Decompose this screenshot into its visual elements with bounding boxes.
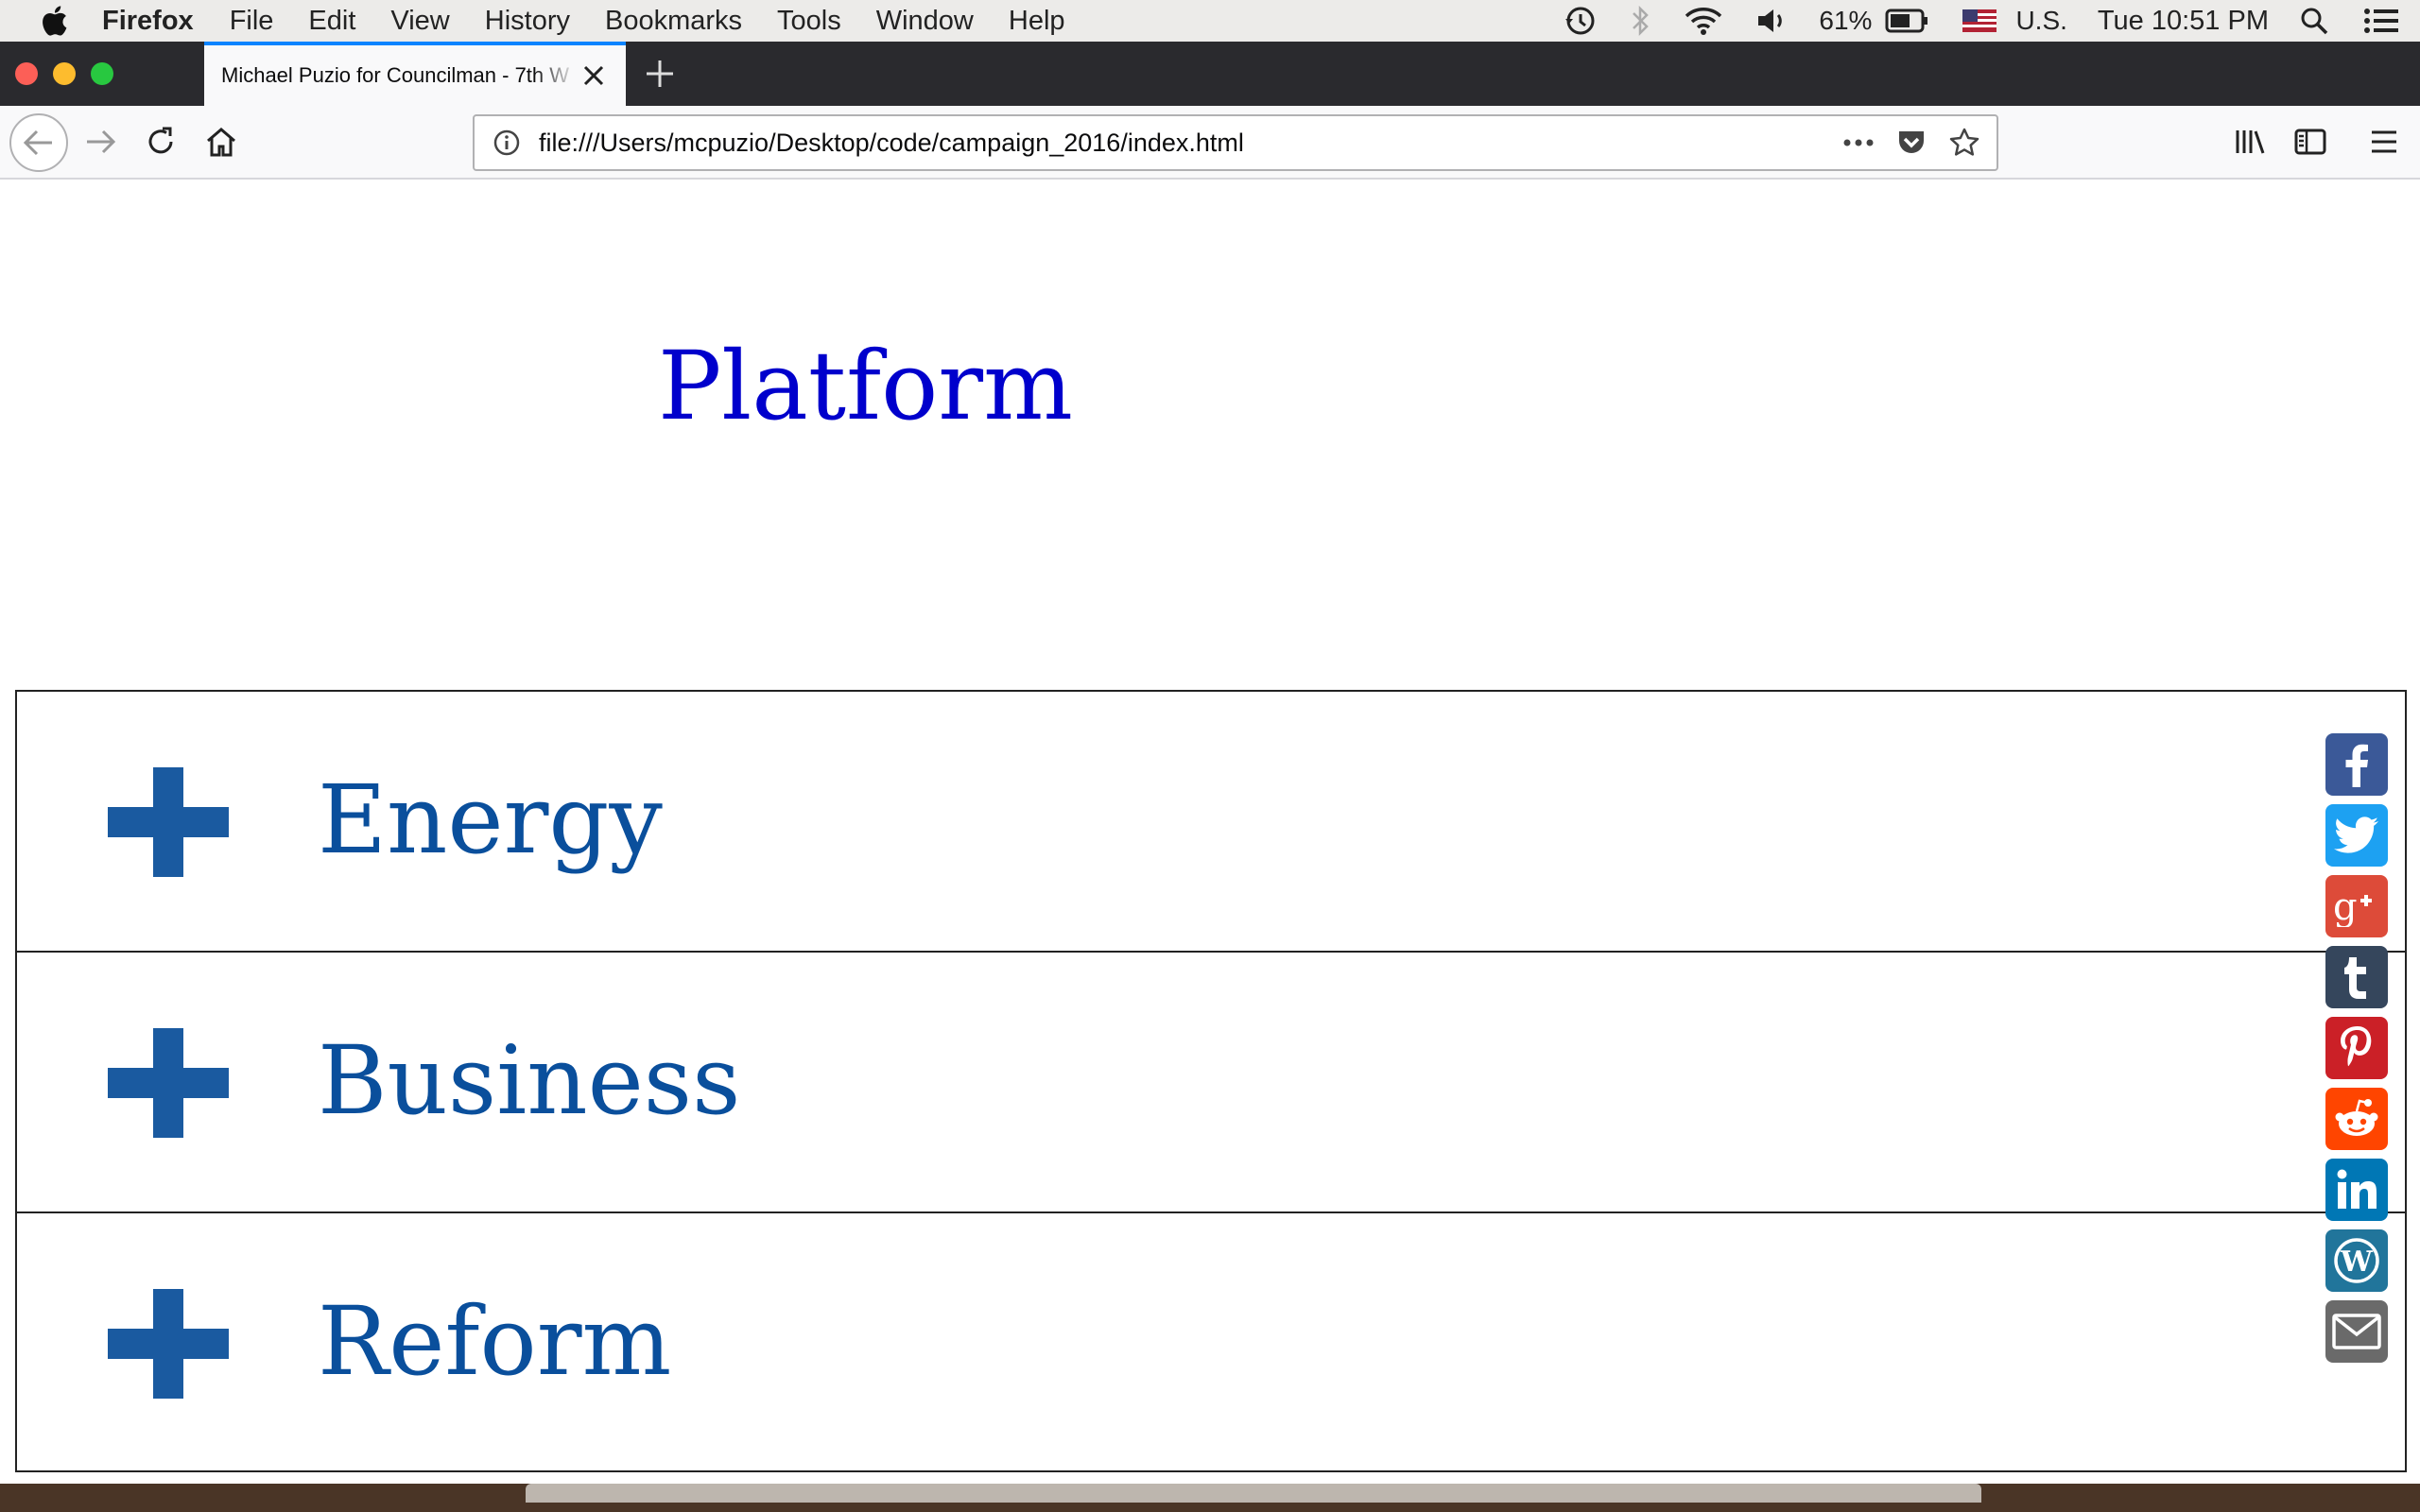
active-tab[interactable]: Michael Puzio for Councilman - 7th W <box>204 42 626 106</box>
clock[interactable]: Tue 10:51 PM <box>2098 6 2269 37</box>
apple-icon[interactable] <box>38 4 70 38</box>
notification-center-icon[interactable] <box>2363 7 2399 35</box>
page-content: Platform Energy Business Reform g W <box>0 180 2420 1484</box>
page-actions-icon[interactable] <box>1838 122 1879 163</box>
desktop-dock-edge <box>0 1484 2420 1512</box>
google-plus-share-icon[interactable]: g <box>2325 875 2388 937</box>
menu-app-name[interactable]: Firefox <box>102 6 194 37</box>
home-icon[interactable] <box>200 121 242 163</box>
menu-edit[interactable]: Edit <box>308 6 355 37</box>
pocket-icon[interactable] <box>1891 122 1932 163</box>
time-machine-icon[interactable] <box>1564 5 1596 37</box>
forward-button[interactable] <box>79 121 121 163</box>
twitter-share-icon[interactable] <box>2325 804 2388 867</box>
tumblr-share-icon[interactable] <box>2325 946 2388 1008</box>
dock <box>526 1484 1981 1503</box>
pinterest-share-icon[interactable] <box>2325 1017 2388 1079</box>
macos-menu-bar: Firefox File Edit View History Bookmarks… <box>0 0 2420 42</box>
svg-text:g: g <box>2333 885 2358 927</box>
menu-bookmarks[interactable]: Bookmarks <box>605 6 742 37</box>
menu-history[interactable]: History <box>485 6 570 37</box>
reload-icon[interactable] <box>140 121 182 163</box>
url-bar[interactable]: file:///Users/mcpuzio/Desktop/code/campa… <box>473 114 1998 171</box>
accordion-item-energy[interactable]: Energy <box>15 690 2407 951</box>
menu-tools[interactable]: Tools <box>777 6 841 37</box>
menu-help[interactable]: Help <box>1009 6 1065 37</box>
tab-title: Michael Puzio for Councilman - 7th W <box>221 63 570 87</box>
close-window-button[interactable] <box>15 62 38 85</box>
new-tab-icon[interactable] <box>643 57 677 91</box>
hamburger-menu-icon[interactable] <box>2363 121 2405 163</box>
menu-window[interactable]: Window <box>876 6 974 37</box>
expand-plus-icon[interactable] <box>108 1289 229 1399</box>
expand-plus-icon[interactable] <box>108 767 229 877</box>
tab-strip: Michael Puzio for Councilman - 7th W <box>0 42 2420 106</box>
input-source[interactable]: U.S. <box>2015 6 2066 36</box>
wordpress-share-icon[interactable]: W <box>2325 1229 2388 1292</box>
site-info-icon[interactable] <box>490 126 524 160</box>
facebook-share-icon[interactable] <box>2325 733 2388 796</box>
url-text[interactable]: file:///Users/mcpuzio/Desktop/code/campa… <box>539 129 1838 158</box>
linkedin-share-icon[interactable] <box>2325 1159 2388 1221</box>
wifi-icon[interactable] <box>1685 6 1722 36</box>
library-icon[interactable] <box>2229 121 2271 163</box>
accordion-item-business[interactable]: Business <box>15 951 2407 1211</box>
accordion-label[interactable]: Business <box>318 1034 740 1128</box>
svg-text:W: W <box>2340 1246 2374 1279</box>
zoom-window-button[interactable] <box>91 62 113 85</box>
platform-accordion: Energy Business Reform <box>15 690 2407 1472</box>
accordion-label[interactable]: Reform <box>318 1295 671 1389</box>
battery-icon[interactable] <box>1885 9 1928 33</box>
expand-plus-icon[interactable] <box>108 1028 229 1138</box>
accordion-item-reform[interactable]: Reform <box>15 1211 2407 1472</box>
spotlight-icon[interactable] <box>2299 6 2329 36</box>
flag-icon <box>1962 9 1997 32</box>
navigation-toolbar: file:///Users/mcpuzio/Desktop/code/campa… <box>0 106 2420 180</box>
sidebar-toggle-icon[interactable] <box>2290 121 2331 163</box>
volume-icon[interactable] <box>1756 7 1789 35</box>
minimize-window-button[interactable] <box>53 62 76 85</box>
share-bar: g W <box>2325 733 2390 1371</box>
bluetooth-icon[interactable] <box>1630 5 1651 37</box>
accordion-label[interactable]: Energy <box>318 773 663 868</box>
menu-view[interactable]: View <box>390 6 449 37</box>
email-share-icon[interactable] <box>2325 1300 2388 1363</box>
menu-file[interactable]: File <box>230 6 274 37</box>
tab-close-icon[interactable] <box>580 62 607 89</box>
back-button[interactable] <box>9 113 68 172</box>
reddit-share-icon[interactable] <box>2325 1088 2388 1150</box>
battery-percent: 61% <box>1819 6 1873 35</box>
menubar-status-area: 61% U.S. Tue 10:51 PM <box>1547 0 2420 42</box>
bookmark-star-icon[interactable] <box>1944 122 1985 163</box>
page-title: Platform <box>658 331 1073 441</box>
